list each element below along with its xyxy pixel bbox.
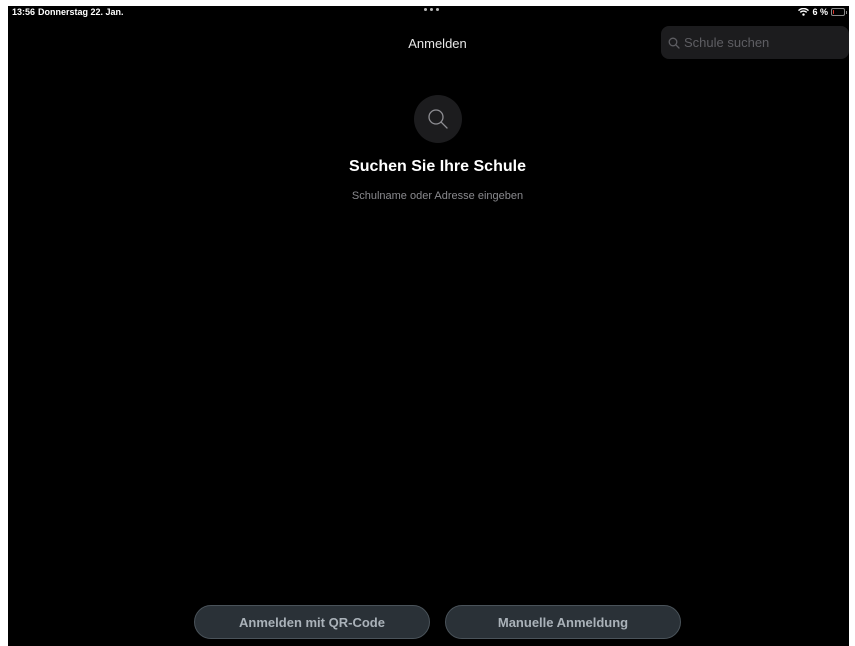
search-field[interactable] <box>661 26 849 59</box>
battery-percent: 6 % <box>812 7 828 17</box>
multitasking-dots-icon[interactable] <box>424 8 439 11</box>
wifi-icon <box>798 8 810 16</box>
qr-code-login-button[interactable]: Anmelden mit QR-Code <box>194 605 430 639</box>
status-time: 13:56 <box>12 7 36 17</box>
search-icon <box>668 37 680 49</box>
status-date: Donnerstag 22. Jan. <box>38 7 124 17</box>
search-input[interactable] <box>684 35 834 50</box>
battery-icon <box>831 8 847 16</box>
empty-state-subtitle: Schulname oder Adresse eingeben <box>351 190 524 202</box>
manual-login-button[interactable]: Manuelle Anmeldung <box>445 605 681 639</box>
app-screen: 13:56 Donnerstag 22. Jan. 6 % Anmelden S… <box>8 6 849 646</box>
empty-state-title: Suchen Sie Ihre Schule <box>349 158 526 175</box>
status-indicators: 6 % <box>798 7 847 17</box>
battery-level <box>833 10 834 14</box>
status-bar: 13:56 Donnerstag 22. Jan. 6 % <box>8 6 849 20</box>
search-icon <box>414 95 462 143</box>
